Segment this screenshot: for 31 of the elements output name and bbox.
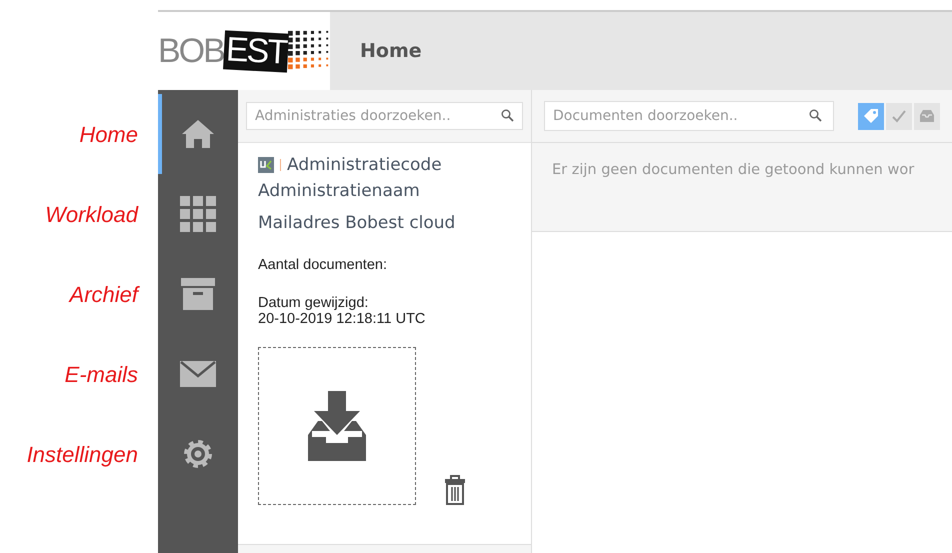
search-icon (501, 109, 514, 122)
mail-icon (180, 361, 216, 387)
inbox-icon (919, 109, 935, 123)
administration-code: Administratiecode (287, 155, 442, 175)
search-icon (809, 109, 822, 122)
home-icon (180, 118, 216, 150)
date-modified-label: Datum gewijzigd: (258, 295, 370, 311)
annotation-label: Instellingen (26, 442, 138, 468)
search-field[interactable]: Administraties doorzoeken.. (246, 102, 523, 130)
page-title: Home (360, 40, 422, 62)
tag-icon (863, 108, 879, 124)
archive-box-icon (181, 278, 215, 310)
empty-message: Er zijn geen documenten die getoond kunnen wor (552, 162, 914, 178)
dots-icon (288, 30, 330, 72)
mail-address: Mailadres Bobest cloud (258, 213, 456, 233)
date-modified-value: 20-10-2019 12:18:11 UTC (258, 311, 426, 327)
annotation-label: Home (79, 122, 138, 148)
upload-drop-zone[interactable] (258, 347, 416, 505)
annotation-label: Archief (70, 282, 138, 308)
download-inbox-icon (308, 391, 366, 461)
grid-icon (180, 196, 216, 232)
app-logo-icon (258, 157, 274, 173)
trash-icon[interactable] (444, 475, 466, 505)
settings-icon (182, 438, 214, 470)
administration-name: Administratienaam (258, 181, 421, 201)
search-field[interactable]: Documenten doorzoeken.. (544, 101, 834, 131)
checkmark-icon (891, 108, 907, 124)
annotation-label: E-mails (64, 362, 138, 388)
document-count-label: Aantal documenten: (258, 257, 388, 273)
filter-button[interactable] (858, 102, 884, 130)
annotation-label: Workload (45, 202, 138, 228)
